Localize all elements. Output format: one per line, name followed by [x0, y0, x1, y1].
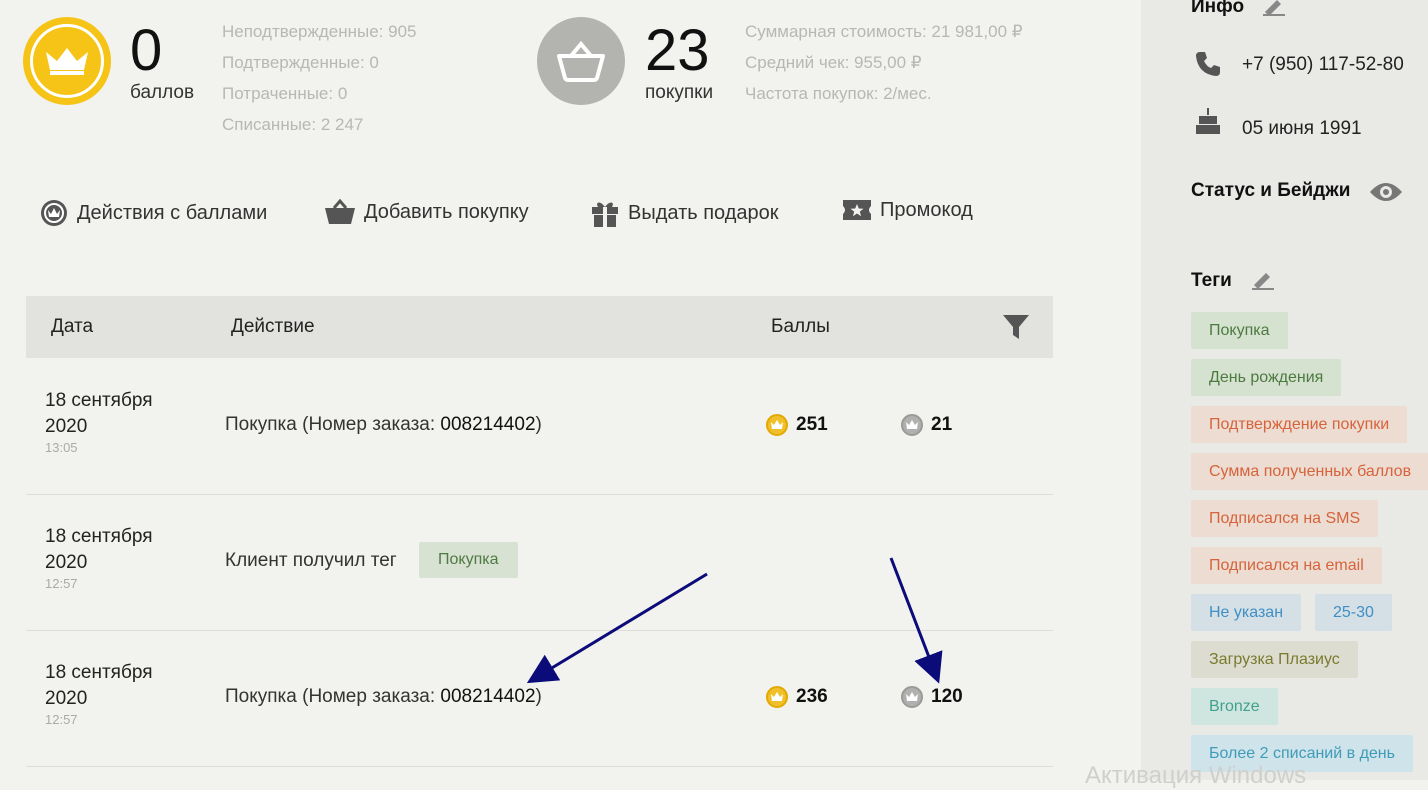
row-date: 18 сентября 2020 12:57: [45, 524, 153, 592]
table-row: 18 сентября 2020 13:05 Покупка (Номер за…: [26, 358, 1053, 495]
points-value: 0: [130, 18, 163, 83]
column-action: Действие: [231, 316, 315, 337]
give-gift-label: Выдать подарок: [628, 201, 779, 224]
points-actions-button[interactable]: Действия с баллами: [39, 198, 267, 228]
row-date-year: 2020: [45, 416, 88, 437]
row-time: 12:57: [45, 712, 78, 727]
gold-points: 251: [766, 414, 828, 436]
gift-icon: [590, 198, 620, 228]
gold-points-value: 236: [796, 686, 828, 707]
birthday-date: 05 июня 1991: [1242, 118, 1362, 139]
row-date-day: 18 сентября: [45, 662, 153, 683]
column-date: Дата: [51, 316, 94, 337]
tag-purchase[interactable]: Покупка: [1191, 312, 1288, 349]
status-badges-title: Статус и Бейджи: [1191, 180, 1351, 201]
edit-icon[interactable]: [1252, 268, 1274, 295]
row-date-year: 2020: [45, 688, 88, 709]
grey-points-value: 21: [931, 414, 953, 435]
info-title: Инфо: [1191, 0, 1245, 17]
coin-icon: [39, 198, 69, 228]
grey-coin-icon: [901, 686, 923, 708]
purchases-badge: [537, 17, 625, 105]
basket-icon: [557, 40, 605, 82]
add-purchase-button[interactable]: Добавить покупку: [324, 198, 529, 226]
tag-bronze[interactable]: Bronze: [1191, 688, 1278, 725]
row-action-text: Покупка (Номер заказа:: [225, 686, 441, 707]
grey-points-value: 120: [931, 686, 963, 707]
add-purchase-label: Добавить покупку: [364, 200, 529, 223]
table-row: 18 сентября 2020 12:57 Покупка (Номер за…: [26, 630, 1053, 767]
tag-email-subscribed[interactable]: Подписался на email: [1191, 547, 1382, 584]
points-actions-label: Действия с баллами: [77, 201, 268, 224]
promo-button[interactable]: Промокод: [842, 198, 973, 222]
points-spent: Потраченные: 0: [222, 84, 348, 103]
phone-number[interactable]: +7 (950) 117-52-80: [1242, 54, 1404, 76]
points-badge: [23, 17, 111, 105]
row-date: 18 сентября 2020 13:05: [45, 388, 153, 456]
filter-icon[interactable]: [1002, 313, 1030, 346]
row-date-year: 2020: [45, 552, 88, 573]
purchases-label: покупки: [645, 82, 714, 103]
crown-icon: [46, 48, 88, 75]
gold-points-value: 251: [796, 414, 828, 435]
give-gift-button[interactable]: Выдать подарок: [590, 198, 779, 228]
birthday-cake-icon: [1194, 106, 1222, 141]
points-written-off: Списанные: 2 247: [222, 115, 364, 134]
windows-activation-watermark: Активация Windows: [1085, 762, 1307, 789]
tag-not-specified[interactable]: Не указан: [1191, 594, 1302, 631]
basket-icon: [324, 198, 356, 226]
row-date: 18 сентября 2020 12:57: [45, 660, 153, 728]
row-action: Покупка (Номер заказа: 008214402): [225, 686, 542, 708]
row-action-text: Клиент получил тег: [225, 550, 397, 571]
phone-icon: [1194, 50, 1222, 83]
row-time: 13:05: [45, 440, 78, 455]
order-number[interactable]: 008214402: [440, 686, 535, 707]
tag-points-sum[interactable]: Сумма полученных баллов: [1191, 453, 1428, 490]
points-unconfirmed: Неподтвержденные: 905: [222, 22, 417, 41]
promo-label: Промокод: [880, 198, 973, 221]
eye-icon[interactable]: [1369, 180, 1403, 209]
row-action: Покупка (Номер заказа: 008214402): [225, 414, 542, 436]
gold-points: 236: [766, 686, 828, 708]
main-panel: 0 баллов Неподтвержденные: 905 Подтвержд…: [0, 0, 1140, 780]
points-label: баллов: [130, 82, 195, 103]
edit-icon[interactable]: [1263, 0, 1285, 21]
table-row: 18 сентября 2020 12:57 Клиент получил те…: [26, 494, 1053, 631]
grey-points: 120: [901, 686, 963, 708]
tag-plazius-import[interactable]: Загрузка Плазиус: [1191, 641, 1358, 678]
column-points: Баллы: [771, 316, 830, 337]
tag-age-range[interactable]: 25-30: [1315, 594, 1392, 631]
client-sidebar: Инфо +7 (950) 117-52-80 05 июня 1991 Ста…: [1141, 0, 1428, 780]
row-action-text: Покупка (Номер заказа:: [225, 414, 441, 435]
row-date-day: 18 сентября: [45, 526, 153, 547]
tags-title: Теги: [1191, 270, 1232, 291]
purchases-value: 23: [645, 18, 710, 83]
points-confirmed: Подтвержденные: 0: [222, 53, 379, 72]
tag-sms-subscribed[interactable]: Подписался на SMS: [1191, 500, 1379, 537]
grey-points: 21: [901, 414, 952, 436]
row-tag-badge: Покупка: [419, 542, 518, 578]
row-date-day: 18 сентября: [45, 390, 153, 411]
history-table-header: Дата Действие Баллы: [26, 296, 1053, 358]
tag-purchase-confirmation[interactable]: Подтверждение покупки: [1191, 406, 1408, 443]
purchases-total: Суммарная стоимость: 21 981,00 ₽: [745, 22, 1023, 41]
row-action-suffix: ): [535, 686, 542, 707]
gold-coin-icon: [766, 686, 788, 708]
grey-coin-icon: [901, 414, 923, 436]
purchases-average: Средний чек: 955,00 ₽: [745, 53, 922, 72]
row-action-suffix: ): [535, 414, 542, 435]
purchases-frequency: Частота покупок: 2/мес.: [745, 84, 932, 103]
row-time: 12:57: [45, 576, 78, 591]
tag-birthday[interactable]: День рождения: [1191, 359, 1342, 396]
gold-coin-icon: [766, 414, 788, 436]
ticket-icon: [842, 198, 872, 222]
order-number[interactable]: 008214402: [440, 414, 535, 435]
